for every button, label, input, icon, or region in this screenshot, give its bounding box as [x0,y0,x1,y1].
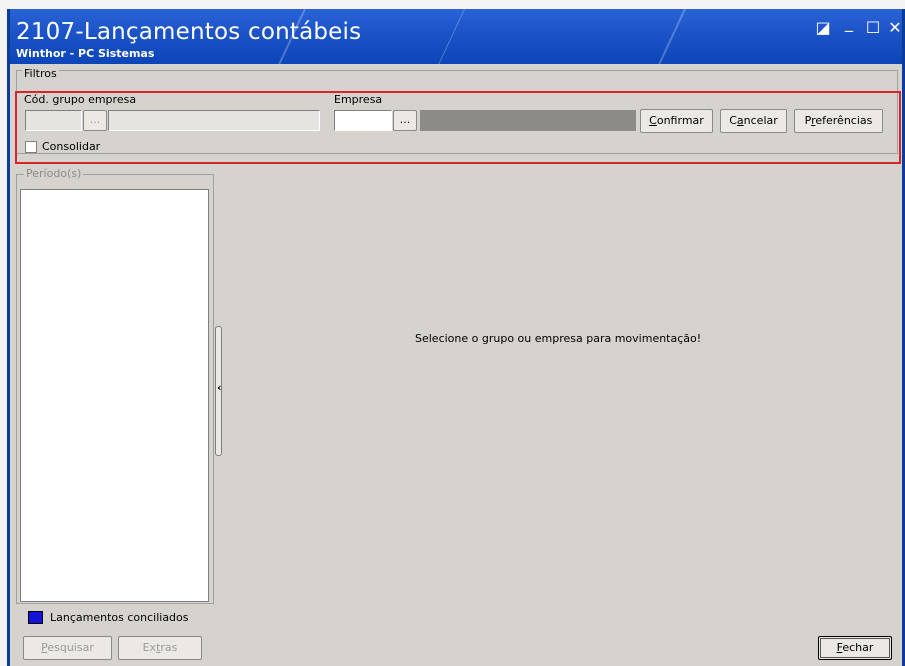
grupo-empresa-label: Cód. grupo empresa [24,93,137,106]
grupo-empresa-description-field [108,110,320,131]
empresa-search-button[interactable]: ... [393,110,417,131]
pesquisar-button[interactable]: Pesquisar [23,636,112,660]
conciliados-color-swatch [28,611,43,624]
empty-state-message: Selecione o grupo ou empresa para movime… [415,332,702,345]
periodo-list[interactable] [20,189,209,602]
filter-highlight-box: Cód. grupo empresa ... Empresa ... Confi… [15,91,901,164]
close-icon[interactable]: ✕ [885,20,902,40]
periodo-legend: Período(s) [24,167,84,180]
window-subtitle: Winthor - PC Sistemas [16,47,155,60]
title-bar[interactable]: 2107-Lançamentos contábeis Winthor - PC … [10,9,902,64]
fechar-button[interactable]: Fechar [818,636,892,660]
minimize-icon[interactable]: _ [839,15,859,35]
extras-button[interactable]: Extras [118,636,202,660]
conciliados-legend-label: Lançamentos conciliados [50,611,189,624]
grupo-empresa-search-button[interactable]: ... [83,110,107,131]
cancelar-button[interactable]: Cancelar [720,109,787,133]
grupo-empresa-code-input[interactable] [25,110,82,131]
maximize-icon[interactable]: ☐ [863,20,883,40]
confirmar-button[interactable]: Confirmar [640,109,713,133]
empresa-code-input[interactable] [334,110,392,131]
preferencias-button[interactable]: Preferências [794,109,883,133]
filtros-legend: Filtros [22,67,59,80]
empresa-description-field [420,110,636,131]
consolidar-checkbox[interactable] [25,141,37,153]
empresa-label: Empresa [334,93,383,106]
periodo-group [16,174,214,604]
form-content: Filtros Cód. grupo empresa ... Empresa .… [10,64,902,666]
window-title: 2107-Lançamentos contábeis [16,19,362,45]
restore-icon[interactable]: ◪ [813,20,833,40]
app-window: 2107-Lançamentos contábeis Winthor - PC … [7,9,905,666]
consolidar-label: Consolidar [42,140,101,153]
collapse-arrow-icon[interactable]: ‹ [217,382,222,394]
